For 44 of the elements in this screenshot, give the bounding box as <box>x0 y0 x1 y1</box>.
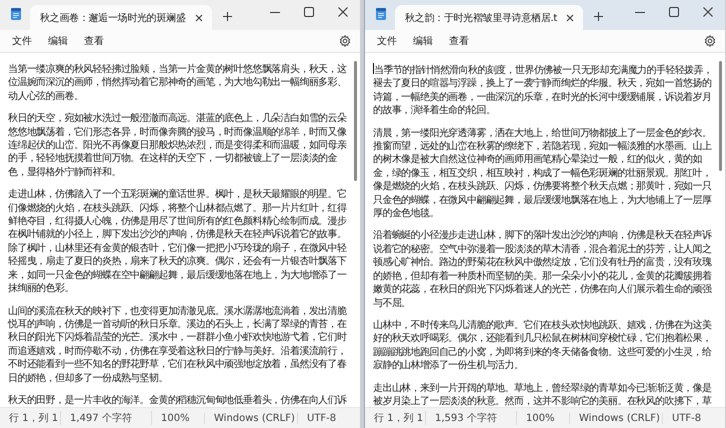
menu-item[interactable]: 查看 <box>441 32 477 50</box>
settings-icon <box>704 35 716 47</box>
character-count: 1,497 个字符 <box>61 411 152 425</box>
paragraph: 走进山林，仿佛踏入了一个五彩斑斓的童话世界。枫叶，是秋天最耀眼的明星。它们像燃烧的火焰，在枝头跳跃、闪烁，将整个山林都点燃了。那一片片红叶，红得鲜艳夺目，红得摄人心魄，仿佛是用尽了世间所有的红色颜料精心绘制而成。漫步在枫叶铺就的小径上，脚下发出沙沙的声响，仿佛是秋天在轻声诉说着它的故事。除了枫叶，山林里还有金黄的银杏叶，它们像一把把小巧玲珑的扇子，在微风中轻轻摇曳，扇走了夏日的炎热，扇来了秋天的凉爽。偶尔，还会有一片银杏叶飘落下来，如同一只金色的蝴蝶在空中翩翩起舞，最后缓缓地落在地上，为大地增添了一抹绚丽的色彩。 <box>8 188 348 296</box>
menu-item[interactable]: 编辑 <box>405 32 441 50</box>
notepad-icon <box>375 7 387 21</box>
maximize-icon <box>304 7 314 17</box>
paragraph: 沿着蜿蜒的小径漫步走进山林，脚下的落叶发出沙沙的声响，仿佛是秋天在轻声诉说着它的秘密。空气中弥漫着一股淡淡的草木清香，混合着泥土的芬芳，让人闻之顿感心旷神怡。路边的野菊花在秋风中傲然绽放，它们没有牡丹的富贵，没有玫瑰的娇艳，但却有着一种质朴而坚韧的美。那一朵朵小小的花儿，金黄的花瓣簇拥着嫩黄的花蕊，在秋日的阳光下闪烁着迷人的光芒，仿佛在向人们展示着生命的顽强与不屈。 <box>373 229 713 310</box>
close-icon <box>338 7 348 17</box>
plus-icon <box>594 12 603 21</box>
paragraph: 山林中，不时传来鸟儿清脆的歌声。它们在枝头欢快地跳跃、嬉戏，仿佛在为这美好的秋天欢呼喝彩。偶尔，还能看到几只松鼠在树林间穿梭忙碌，它们抱着松果，蹦蹦跳跳地跑回自己的小窝，为即将到来的冬天储备食物。这些可爱的小生灵，给寂静的山林增添了一份生机与活力。 <box>373 318 712 373</box>
zoom-level: 100% <box>152 412 205 424</box>
zoom-level: 100% <box>517 412 570 424</box>
document-tab[interactable]: 秋之画卷：邂逅一场时光的斑斓盛 <box>30 5 212 30</box>
close-icon <box>566 14 574 22</box>
cursor-position: 行 1，列 1 <box>0 411 61 425</box>
encoding: UTF-8 <box>306 412 338 424</box>
line-ending: Windows (CRLF) <box>570 412 663 424</box>
scrollbar-thumb[interactable] <box>719 61 722 171</box>
menu-item[interactable]: 查看 <box>76 32 112 50</box>
close-icon <box>703 7 713 17</box>
line-ending: Windows (CRLF) <box>205 412 298 424</box>
cursor-position: 行 1，列 1 <box>365 411 426 425</box>
paragraph: 当季节的指针悄然滑向秋的刻度，世界仿佛被一只无形却充满魔力的手轻轻拨弄，褪去了夏日的喧嚣与浮躁，换上了一袭宁静而绚烂的华服。秋天，宛如一首悠扬的诗篇，一幅绝美的画卷，一曲深沉的乐章，在时光的长河中缓缓铺展，诉说着岁月的故事，演绎着生命的轮回。 <box>373 63 713 118</box>
new-tab-button[interactable] <box>591 9 606 24</box>
notepad-icon <box>10 7 22 21</box>
paragraph: 秋天的田野，是一片丰收的海洋。金黄的稻穗沉甸甸地低垂着头，仿佛在向人们诉 <box>8 394 348 407</box>
character-count: 1,593 个字符 <box>426 411 517 425</box>
encoding: UTF-8 <box>671 412 702 424</box>
plus-icon <box>222 12 232 21</box>
paragraph: 当第一缕凉爽的秋风轻轻拂过脸颊，当第一片金黄的树叶悠悠飘落肩头，秋天，这位温婉而深沉的画师，悄然挥动着它那神奇的画笔，为大地勾勒出一幅绚丽多彩、动人心弦的画卷。 <box>8 63 348 104</box>
paragraph: 秋日的天空，宛如被水洗过一般澄澈而高远。湛蓝的底色上，几朵洁白如雪的云朵悠悠地飘荡着，它们形态各异，时而像奔腾的骏马，时而像温顺的绵羊，时而又像连绵起伏的山峦。阳光不再像夏日那般炽热浓烈，而是变得柔和而温暖，如同母亲的手，轻轻地抚摸着世间万物。在这样的天空下，一切都被镀上了一层淡淡的金色，显得格外宁静而祥和。 <box>8 112 348 180</box>
scrollbar-thumb[interactable] <box>354 61 357 181</box>
close-icon <box>194 14 203 22</box>
menu-item[interactable]: 文件 <box>4 32 40 50</box>
document-tab[interactable]: 秋之韵：于时光褶皱里寻诗意栖居.t <box>395 5 583 30</box>
menu-item[interactable]: 文件 <box>369 32 405 50</box>
paragraph: 山间的溪流在秋天的映衬下，也变得更加清澈见底。溪水潺潺地流淌着，发出清脆悦耳的声响，仿佛是一首动听的秋日乐章。溪边的石头上，长满了翠绿的青苔，在秋日的阳光下闪烁着晶莹的光芒。溪水中，一群群小鱼小虾欢快地游弋着，它们时而追逐嬉戏，时而停歇不动，仿佛在享受着这秋日的宁静与美好。沿着溪流前行，不时还能看到一些不知名的野花野草，它们在秋风中顽强地绽放着，虽然没有了春日的娇艳，但却多了一份成熟与坚韧。 <box>8 304 348 385</box>
settings-icon <box>339 35 351 47</box>
menu-item[interactable]: 编辑 <box>40 32 76 50</box>
maximize-icon <box>669 7 679 17</box>
paragraph: 走出山林，来到一片开阔的草地。草地上，曾经翠绿的青草如今已渐渐泛黄，像是被岁月染上了一层淡淡的秋意。然而，这并不影响它的美丽。在秋风的吹拂下，草 <box>373 382 712 407</box>
text-cursor <box>373 63 374 74</box>
paragraph: 清晨，第一缕阳光穿透薄雾，洒在大地上，给世间万物都披上了一层金色的纱衣。推窗而望，远处的山峦在秋雾的缭绕下，若隐若现，宛如一幅淡雅的水墨画。山上的树木像是被大自然这位神奇的画师用画笔精心晕染过一般，红的似火，黄的如金，绿的像玉，相互交织，相互映衬，构成了一幅色彩斑斓的壮丽景观。那红叶，像是燃烧的火焰，在枝头跳跃、闪烁，仿佛要将整个秋天点燃；那黄叶，宛如一只只金色的蝴蝶，在微风中翩翩起舞，最后缓缓地飘落在地上，为大地铺上了一层厚厚的金色地毯。 <box>373 126 712 220</box>
